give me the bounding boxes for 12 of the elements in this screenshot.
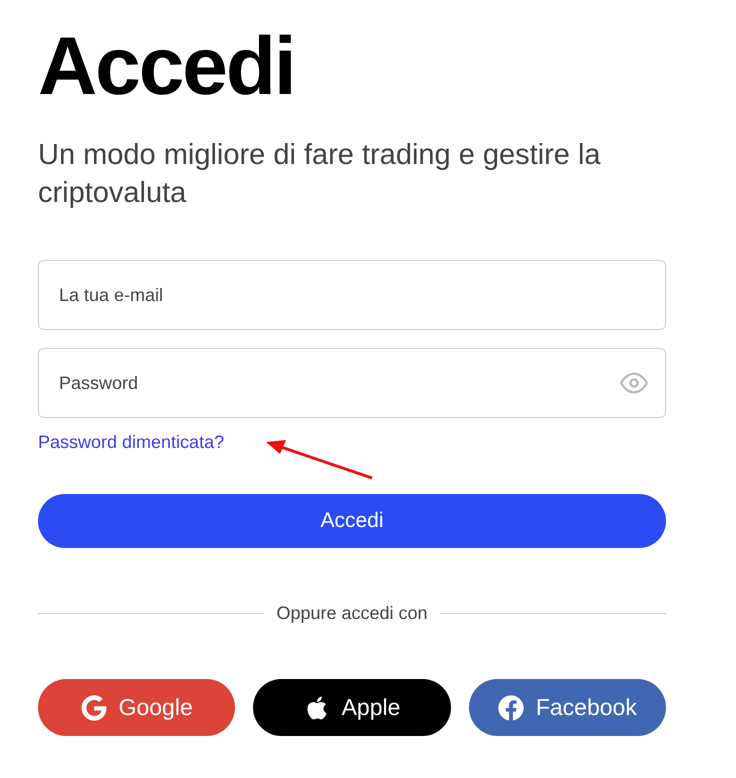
google-g-icon — [80, 694, 107, 720]
forgot-password-link[interactable]: Password dimenticata? — [38, 430, 224, 454]
subtitle: Un modo migliore di fare trading e gestire la criptovaluta — [38, 138, 602, 211]
divider-text: Oppure accedi con — [276, 602, 428, 625]
google-login-button[interactable]: Google — [38, 679, 236, 736]
password-field[interactable]: Password — [38, 348, 666, 418]
login-button[interactable]: Accedi — [38, 494, 666, 548]
page-title: Accedi — [38, 22, 295, 112]
facebook-login-button[interactable]: Facebook — [468, 679, 666, 736]
facebook-f-icon — [498, 694, 524, 720]
email-field[interactable]: La tua e-mail — [38, 260, 666, 330]
apple-login-button[interactable]: Apple — [253, 679, 451, 736]
